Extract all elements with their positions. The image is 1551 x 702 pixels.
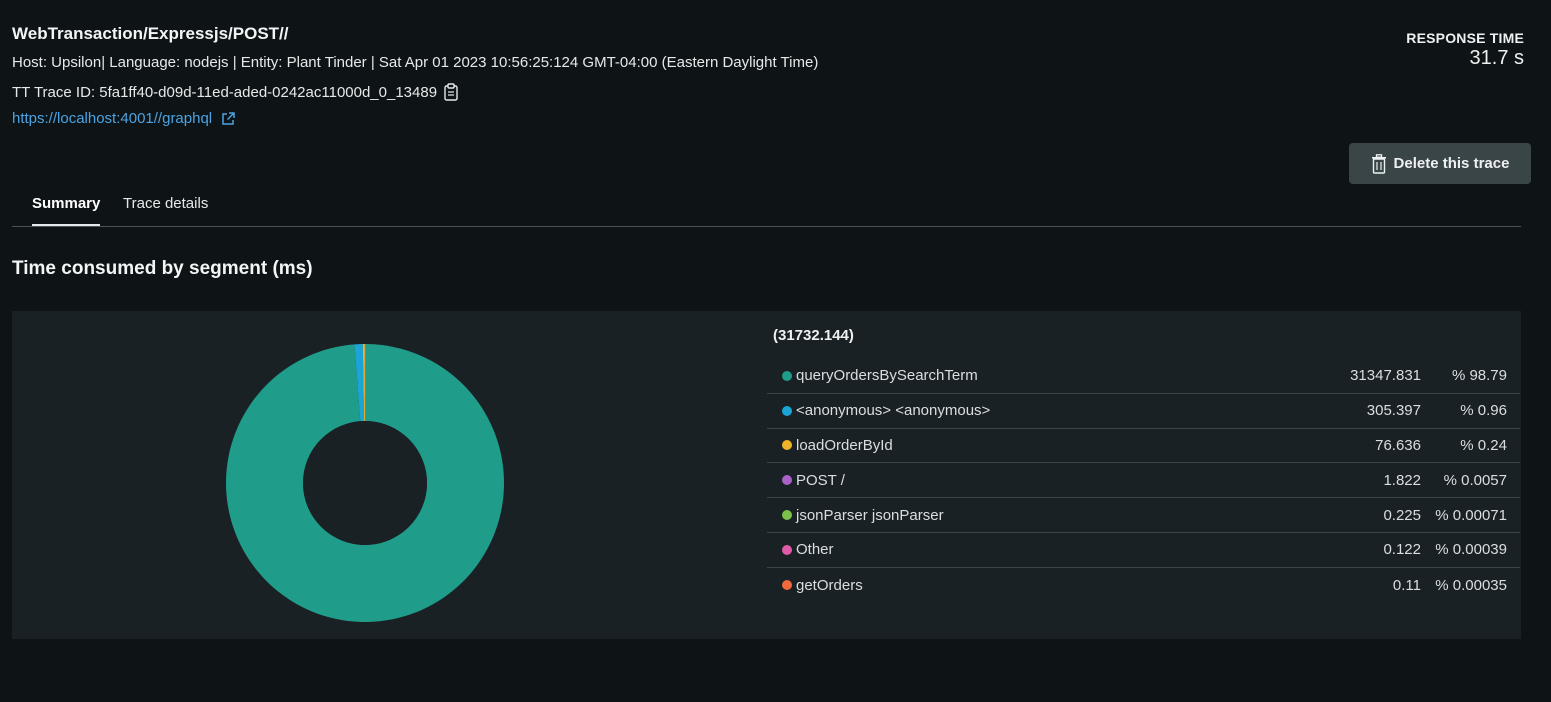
total-time: (31732.144) (773, 327, 854, 344)
transaction-title: WebTransaction/Expressjs/POST// (12, 24, 289, 43)
delete-trace-button[interactable]: Delete this trace (1349, 143, 1531, 184)
segment-chart-panel: (31732.144) queryOrdersBySearchTerm 31347… (12, 311, 1521, 639)
legend-label: Other (796, 541, 834, 559)
tab-trace-details[interactable]: Trace details (123, 195, 208, 224)
legend-label: POST / (796, 471, 845, 489)
trace-id-text: TT Trace ID: 5fa1ff40-d09d-11ed-aded-024… (12, 83, 438, 101)
trash-icon (1371, 153, 1387, 174)
tab-bar: Summary Trace details (12, 186, 1521, 227)
legend-percent: 0.0057 % (1443, 471, 1507, 489)
legend-percent: 0.00071 % (1435, 506, 1507, 524)
legend-label: <anonymous> <anonymous> (796, 402, 991, 420)
transaction-meta: Host: Upsilon| Language: nodejs | Entity… (12, 54, 819, 71)
legend-color-dot (782, 580, 792, 591)
legend-color-dot (782, 475, 792, 486)
legend-value: 31347.831 (1350, 367, 1421, 385)
legend-label: loadOrderById (796, 436, 893, 454)
donut-hole (303, 421, 427, 545)
response-time: RESPONSE TIME 31.7 s (1406, 30, 1524, 70)
legend-label: jsonParser jsonParser (796, 506, 944, 524)
tab-summary[interactable]: Summary (32, 195, 101, 226)
legend-row[interactable]: Other 0.122 0.00039 % (767, 533, 1520, 568)
legend-label: getOrders (796, 576, 863, 594)
response-time-value: 31.7 s (1469, 47, 1524, 69)
legend-row[interactable]: getOrders 0.11 0.00035 % (767, 568, 1520, 603)
request-url-link[interactable]: https://localhost:4001//graphql (12, 110, 212, 127)
legend-row[interactable]: <anonymous> <anonymous> 305.397 0.96 % (767, 394, 1520, 429)
legend-percent: 0.96 % (1460, 402, 1507, 420)
legend-color-dot (782, 510, 792, 521)
legend-value: 0.11 (1392, 576, 1421, 594)
legend-percent: 0.24 % (1460, 436, 1507, 454)
clipboard-icon[interactable] (443, 83, 459, 101)
legend-value: 1.822 (1383, 471, 1421, 489)
legend-percent: 0.00035 % (1435, 576, 1507, 594)
legend-row[interactable]: POST / 1.822 0.0057 % (767, 463, 1520, 499)
trace-id-row: TT Trace ID: 5fa1ff40-d09d-11ed-aded-024… (12, 83, 459, 101)
trace-summary-page: WebTransaction/Expressjs/POST// Host: Up… (0, 0, 1551, 702)
legend-value: 0.122 (1383, 541, 1421, 559)
section-title: Time consumed by segment (ms) (12, 258, 313, 279)
url-row: https://localhost:4001//graphql (12, 110, 236, 127)
segment-legend: queryOrdersBySearchTerm 31347.831 98.79 % <… (767, 359, 1520, 603)
legend-color-dot (782, 405, 792, 416)
legend-value: 76.636 (1375, 436, 1421, 454)
legend-row[interactable]: loadOrderById 76.636 0.24 % (767, 429, 1520, 464)
external-link-icon[interactable] (220, 111, 236, 127)
legend-color-dot (782, 370, 792, 381)
legend-row[interactable]: queryOrdersBySearchTerm 31347.831 98.79 % (767, 359, 1520, 394)
donut-chart (226, 344, 504, 622)
legend-label: queryOrdersBySearchTerm (796, 367, 978, 385)
response-time-label: RESPONSE TIME (1406, 30, 1524, 46)
legend-value: 0.225 (1383, 506, 1421, 524)
legend-color-dot (782, 440, 792, 451)
legend-value: 305.397 (1366, 402, 1421, 420)
legend-percent: 0.00039 % (1435, 541, 1507, 559)
legend-row[interactable]: jsonParser jsonParser 0.225 0.00071 % (767, 498, 1520, 533)
legend-percent: 98.79 % (1451, 367, 1507, 385)
delete-trace-label: Delete this trace (1393, 155, 1510, 172)
legend-color-dot (782, 544, 792, 555)
